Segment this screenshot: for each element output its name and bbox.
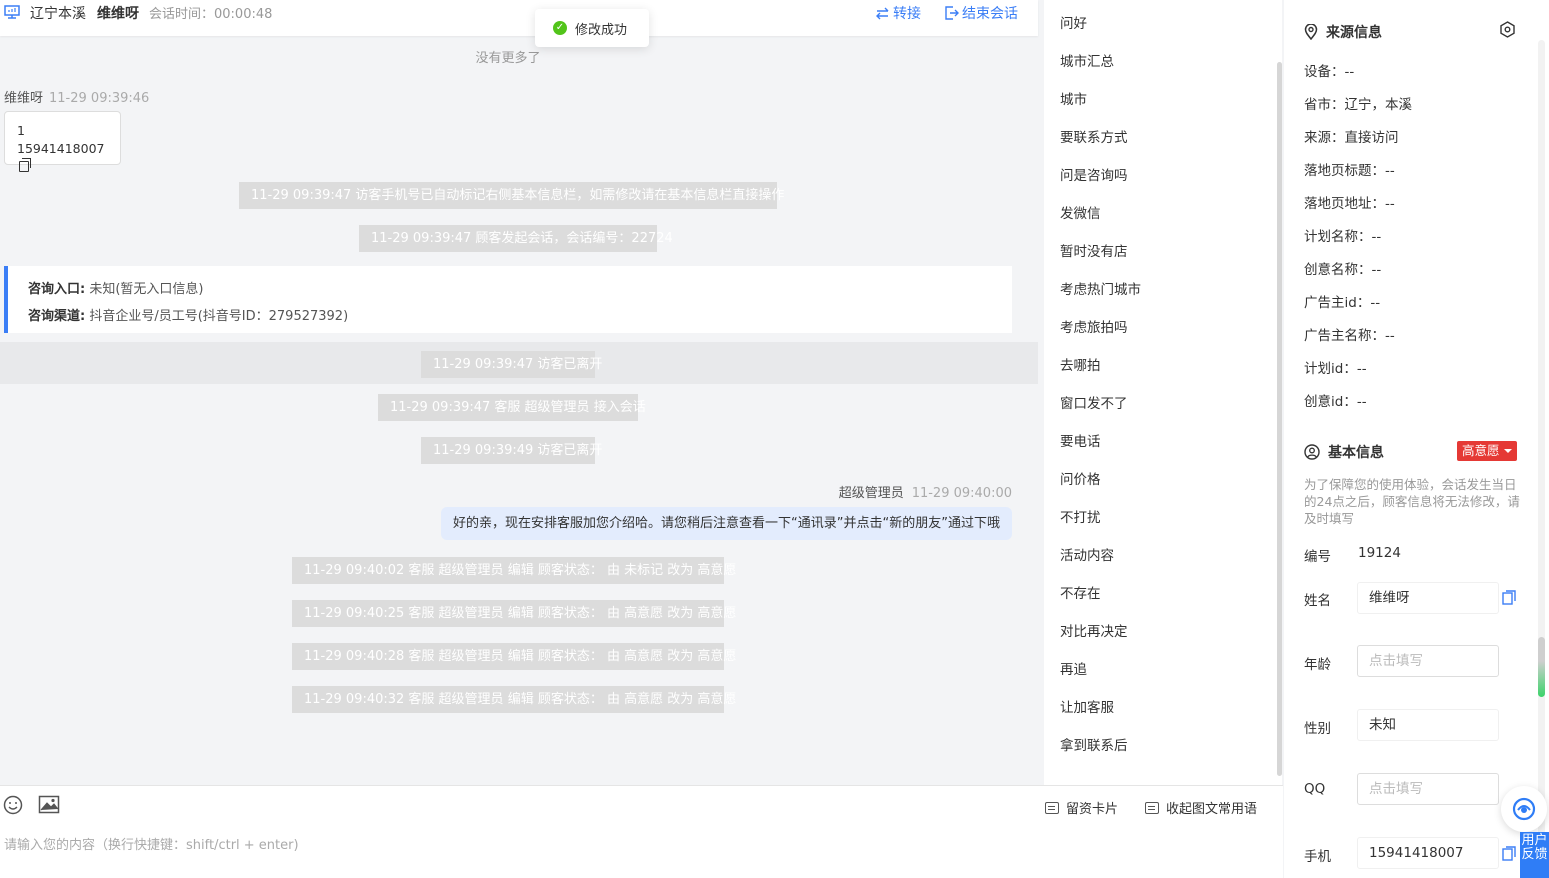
chat-panel: 辽宁本溪 维维呀 会话时间：00:00:48 转接 结束会话 ✓ 修改成功 没有… [0, 0, 1044, 785]
source-row: 设备：-- [1304, 64, 1355, 80]
phrase-item[interactable]: 活动内容 [1060, 544, 1114, 564]
age-field[interactable]: 点击填写 [1357, 645, 1499, 677]
phrase-list-scrollbar[interactable] [1277, 62, 1282, 776]
source-row: 创意名称：-- [1304, 262, 1382, 278]
phrase-item[interactable]: 考虑热门城市 [1060, 278, 1141, 298]
visitor-name: 维维呀 [97, 6, 139, 22]
quick-phrase-list: 问好 城市汇总 城市 要联系方式 问是咨询吗 发微信 暂时没有店 考虑热门城市 … [1044, 0, 1282, 785]
id-value: 19124 [1358, 545, 1401, 561]
source-row: 计划id：-- [1304, 361, 1367, 377]
edit-deadline-note: 为了保障您的使用体验，会话发生当日的24点之后，顾客信息将无法修改，请及时填写 [1304, 477, 1520, 526]
name-field[interactable]: 维维呀 [1357, 582, 1499, 614]
assistant-float-button[interactable] [1501, 786, 1547, 832]
copy-icon[interactable] [19, 158, 31, 172]
system-message: 11-29 09:39:47 顾客发起会话，会话编号：22724 [359, 225, 673, 252]
system-message: 11-29 09:39:47 客服 超级管理员 接入会话 [378, 394, 646, 421]
source-row: 计划名称：-- [1304, 229, 1382, 245]
phrase-item[interactable]: 不存在 [1060, 582, 1101, 602]
message-input-area: 请输入您的内容（换行快捷键：shift/ctrl + enter) 留资卡片 收… [0, 785, 1283, 878]
emoji-icon[interactable] [2, 794, 24, 816]
message-icon [1145, 801, 1159, 814]
intent-status-dropdown[interactable]: 高意愿 [1457, 441, 1517, 461]
qq-field[interactable]: 点击填写 [1357, 773, 1499, 805]
visitor-location: 辽宁本溪 [30, 6, 86, 22]
user-feedback-tab[interactable]: 用户反馈 [1520, 832, 1549, 878]
gender-field[interactable]: 未知 [1357, 709, 1499, 741]
basic-info-title: 基本信息 [1304, 442, 1384, 462]
phone-label: 手机 [1304, 849, 1331, 865]
phrase-item[interactable]: 拿到联系后 [1060, 734, 1128, 754]
phrase-item[interactable]: 问价格 [1060, 468, 1101, 488]
source-row: 来源：直接访问 [1304, 130, 1399, 146]
source-info-title: 来源信息 [1304, 22, 1382, 42]
success-toast: ✓ 修改成功 [535, 9, 649, 47]
customer-info-panel: 来源信息 设备：-- 省市：辽宁，本溪 来源：直接访问 落地页标题：-- 落地页… [1284, 0, 1549, 878]
source-row: 广告主名称：-- [1304, 328, 1395, 344]
info-panel-scrollbar[interactable] [1538, 40, 1545, 860]
gender-label: 性别 [1304, 721, 1331, 737]
qq-label: QQ [1304, 781, 1326, 797]
system-message: 11-29 09:40:32 客服 超级管理员 编辑 顾客状态： 由 高意愿 改… [292, 686, 736, 713]
lead-card-button[interactable]: 留资卡片 [1045, 798, 1118, 817]
source-row: 落地页标题：-- [1304, 163, 1395, 179]
system-message: 11-29 09:40:28 客服 超级管理员 编辑 顾客状态： 由 高意愿 改… [292, 643, 736, 670]
phrase-item[interactable]: 不打扰 [1060, 506, 1101, 526]
agent-message-bubble: 好的亲，现在安排客服加您介绍哈。请您稍后注意查看一下“通讯录”并点击“新的朋友”… [441, 507, 1012, 540]
copy-icon[interactable] [1502, 590, 1516, 605]
visitor-message-bubble: 1 15941418007 [4, 111, 121, 172]
phrase-item[interactable]: 让加客服 [1060, 696, 1114, 716]
phrase-item[interactable]: 暂时没有店 [1060, 240, 1128, 260]
source-row: 省市：辽宁，本溪 [1304, 97, 1412, 113]
info-panel-scroll-thumb[interactable] [1538, 637, 1545, 697]
phrase-item[interactable]: 要联系方式 [1060, 126, 1128, 146]
image-icon[interactable] [38, 794, 60, 816]
chat-header: 辽宁本溪 维维呀 会话时间：00:00:48 转接 结束会话 [0, 0, 1038, 36]
phrase-item[interactable]: 再追 [1060, 658, 1087, 678]
monitor-icon [4, 5, 20, 19]
no-more-text: 没有更多了 [475, 51, 541, 66]
system-message: 11-29 09:39:47 访客已离开 [421, 351, 602, 378]
message-input[interactable]: 请输入您的内容（换行快捷键：shift/ctrl + enter) [4, 834, 299, 853]
phrase-item[interactable]: 城市 [1060, 88, 1087, 108]
transfer-icon [876, 7, 889, 19]
eye-settings-icon[interactable] [1499, 21, 1516, 38]
consult-info-card: 咨询入口: 未知(暂无入口信息) 咨询渠道: 抖音企业号/员工号(抖音号ID：2… [4, 266, 1012, 333]
phrase-item[interactable]: 城市汇总 [1060, 50, 1114, 70]
phrase-item[interactable]: 发微信 [1060, 202, 1101, 222]
source-row: 广告主id：-- [1304, 295, 1381, 311]
end-session-button[interactable]: 结束会话 [945, 3, 1018, 23]
copy-icon[interactable] [1502, 846, 1516, 861]
source-row: 创意id：-- [1304, 394, 1367, 410]
phrase-item[interactable]: 问好 [1060, 12, 1087, 32]
transfer-button[interactable]: 转接 [875, 3, 921, 23]
location-pin-icon [1304, 24, 1318, 40]
visitor-message-meta: 维维呀 11-29 09:39:46 [4, 91, 150, 106]
phrase-item[interactable]: 要电话 [1060, 430, 1101, 450]
id-label: 编号 [1304, 549, 1331, 565]
phrase-item[interactable]: 考虑旅拍吗 [1060, 316, 1128, 336]
source-row: 落地页地址：-- [1304, 196, 1395, 212]
check-circle-icon: ✓ [553, 21, 567, 35]
agent-message-meta: 超级管理员 11-29 09:40:00 [838, 486, 1012, 501]
name-label: 姓名 [1304, 593, 1331, 609]
system-message: 11-29 09:40:02 客服 超级管理员 编辑 顾客状态： 由 未标记 改… [292, 557, 736, 584]
card-icon [1045, 801, 1059, 814]
system-message: 11-29 09:40:25 客服 超级管理员 编辑 顾客状态： 由 高意愿 改… [292, 600, 736, 627]
phrase-item[interactable]: 窗口发不了 [1060, 392, 1128, 412]
age-label: 年龄 [1304, 657, 1331, 673]
phone-field[interactable]: 15941418007 [1357, 837, 1499, 869]
session-time: 会话时间：00:00:48 [149, 7, 273, 22]
assistant-icon [1512, 797, 1536, 821]
system-message: 11-29 09:39:47 访客手机号已自动标记右侧基本信息栏，如需修改请在基… [239, 182, 784, 209]
collapse-phrases-button[interactable]: 收起图文常用语 [1145, 798, 1257, 817]
exit-icon [945, 6, 959, 20]
user-circle-icon [1304, 444, 1320, 460]
phrase-item[interactable]: 去哪拍 [1060, 354, 1101, 374]
phrase-item[interactable]: 问是咨询吗 [1060, 164, 1128, 184]
system-message: 11-29 09:39:49 访客已离开 [421, 437, 602, 464]
phrase-item[interactable]: 对比再决定 [1060, 620, 1128, 640]
